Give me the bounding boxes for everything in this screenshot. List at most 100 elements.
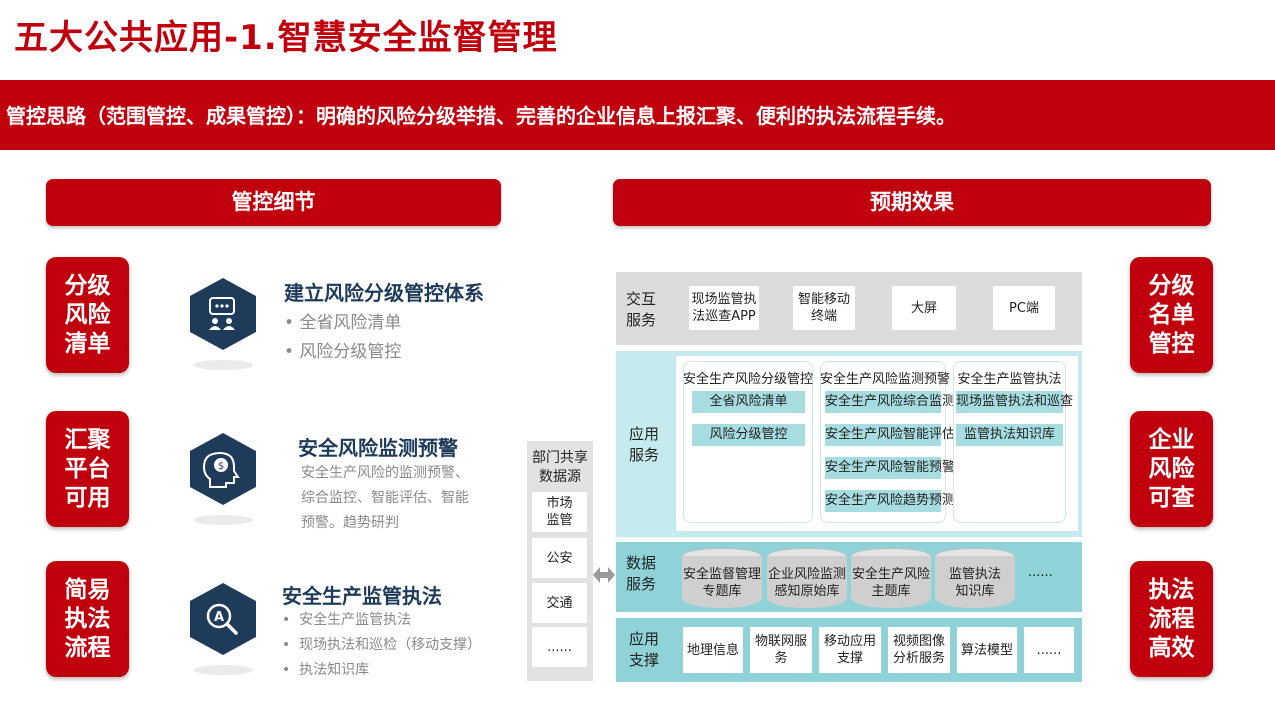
- label-line: 支撑: [629, 651, 660, 669]
- label-line: 交互: [626, 290, 657, 308]
- badge-line: 名单: [1148, 301, 1195, 328]
- badge-line: 分级: [1148, 272, 1195, 299]
- database-label: 安全监督管理 专题库: [682, 556, 762, 608]
- right-badge-1: 分级 名单 管控: [1130, 257, 1213, 373]
- label-line: 应用: [629, 630, 660, 648]
- para-line: 预警。趋势研判: [301, 515, 399, 531]
- source-panel-title: 部门共享 数据源: [527, 449, 593, 487]
- data-more: ......: [1028, 565, 1053, 580]
- icon-shadow: [193, 515, 253, 525]
- app-item: 安全生产风险智能预警: [825, 457, 955, 479]
- support-item: 视频图像 分析服务: [888, 627, 950, 673]
- app-panel-title: 安全生产风险分级管控: [683, 372, 814, 387]
- bullet-text: 现场执法和巡检（移动支撑）: [299, 637, 482, 653]
- interaction-label: 交互 服务: [626, 289, 656, 331]
- double-arrow-icon: [593, 567, 615, 583]
- support-item: 算法模型: [957, 627, 1017, 673]
- app-item: 风险分级管控: [692, 424, 805, 446]
- source-item-traffic: 交通: [532, 583, 587, 623]
- source-item-police: 公安: [532, 538, 587, 578]
- detail-bullet: • 风险分级管控: [284, 342, 402, 362]
- badge-line: 可用: [64, 484, 111, 511]
- support-item: ......: [1024, 627, 1074, 673]
- database-label: 企业风险监测 感知原始库: [767, 556, 847, 608]
- badge-line: 平台: [64, 455, 111, 482]
- app-item: 安全生产风险综合监测: [825, 391, 955, 413]
- label-line: 应用: [629, 425, 660, 443]
- badge-line: 风险: [64, 301, 111, 328]
- chat-user-icon: [190, 278, 256, 350]
- label-line: 数据: [626, 554, 657, 572]
- badge-line: 简易: [64, 576, 111, 603]
- database-cylinder: 安全生产风险 主题库: [851, 548, 931, 610]
- app-item: 安全生产风险趋势预测: [825, 490, 955, 512]
- database-cylinder: 安全监督管理 专题库: [682, 548, 762, 610]
- bullet-text: 执法知识库: [299, 662, 370, 678]
- support-item: 物联网服务: [750, 627, 812, 673]
- page-title: 五大公共应用-1.智慧安全监督管理: [14, 18, 558, 58]
- detail-bullet: • 现场执法和巡检（移动支撑）: [282, 637, 482, 653]
- app-panel-title: 安全生产监管执法: [957, 372, 1062, 387]
- right-section-header: 预期效果: [613, 179, 1211, 226]
- badge-line: 流程: [64, 634, 111, 661]
- label-line: 服务: [629, 446, 660, 464]
- detail-title-1: 建立风险分级管控体系: [284, 281, 484, 305]
- para-line: 安全生产风险的监测预警、: [301, 465, 469, 481]
- badge-line: 分级: [64, 272, 111, 299]
- badge-line: 执法: [1148, 576, 1195, 603]
- title-line: 部门共享: [532, 450, 588, 466]
- detail-bullet: • 执法知识库: [282, 662, 370, 678]
- database-cylinder: 监管执法 知识库: [935, 548, 1015, 610]
- badge-line: 汇聚: [64, 426, 111, 453]
- database-cylinder: 企业风险监测 感知原始库: [767, 548, 847, 610]
- detail-bullet: • 安全生产监管执法: [282, 612, 412, 628]
- left-badge-1: 分级 风险 清单: [46, 257, 129, 373]
- right-badge-3: 执法 流程 高效: [1130, 561, 1213, 677]
- badge-line: 清单: [64, 330, 111, 357]
- bullet-text: 风险分级管控: [299, 342, 402, 362]
- detail-title-3: 安全生产监管执法: [282, 584, 442, 608]
- app-item: 全省风险清单: [692, 391, 805, 413]
- badge-line: 流程: [1148, 605, 1195, 632]
- title-line: 数据源: [539, 469, 581, 485]
- interaction-item-pc: PC端: [993, 286, 1055, 330]
- database-label: 安全生产风险 主题库: [851, 556, 931, 608]
- support-label: 应用 支撑: [629, 629, 659, 671]
- database-label: 监管执法 知识库: [935, 556, 1015, 608]
- banner-text: 管控思路（范围管控、成果管控）：明确的风险分级举措、完善的企业信息上报汇聚、便利…: [6, 104, 956, 128]
- application-label: 应用 服务: [629, 424, 659, 466]
- support-item: 移动应用 支撑: [819, 627, 881, 673]
- badge-line: 风险: [1148, 455, 1195, 482]
- app-item: 安全生产风险智能评估: [825, 424, 955, 446]
- left-badge-2: 汇聚 平台 可用: [46, 411, 129, 527]
- detail-bullet: • 全省风险清单: [284, 313, 402, 333]
- para-line: 综合监控、智能评估、智能: [301, 490, 469, 506]
- source-item-market: 市场 监管: [532, 492, 587, 532]
- left-section-header: 管控细节: [46, 179, 501, 226]
- badge-line: 执法: [64, 605, 111, 632]
- interaction-item-mobile: 智能移动 终端: [793, 286, 855, 330]
- bullet-text: 全省风险清单: [299, 313, 402, 333]
- label-line: 服务: [626, 575, 657, 593]
- source-item-more: ......: [532, 627, 587, 667]
- interaction-item-screen: 大屏: [892, 286, 956, 330]
- right-badge-2: 企业 风险 可查: [1130, 411, 1213, 527]
- head-dollar-icon: $: [190, 433, 256, 505]
- svg-text:$: $: [218, 461, 224, 472]
- badge-line: 管控: [1148, 330, 1195, 357]
- badge-line: 可查: [1148, 484, 1195, 511]
- detail-paragraph: 安全生产风险的监测预警、 综合监控、智能评估、智能 预警。趋势研判: [301, 461, 506, 536]
- left-badge-3: 简易 执法 流程: [46, 561, 129, 677]
- support-item: 地理信息: [683, 627, 743, 673]
- badge-line: 高效: [1148, 634, 1195, 661]
- badge-line: 企业: [1148, 426, 1195, 453]
- app-item: 监管执法知识库: [956, 424, 1063, 446]
- icon-shadow: [193, 665, 253, 675]
- interaction-item-app: 现场监管执 法巡查APP: [689, 286, 759, 330]
- magnifier-a-icon: A: [190, 583, 256, 655]
- app-item: 现场监管执法和巡查: [956, 391, 1073, 413]
- svg-text:A: A: [214, 610, 224, 625]
- icon-shadow: [193, 360, 253, 370]
- app-panel-title: 安全生产风险监测预警: [820, 372, 951, 387]
- data-label: 数据 服务: [626, 553, 656, 595]
